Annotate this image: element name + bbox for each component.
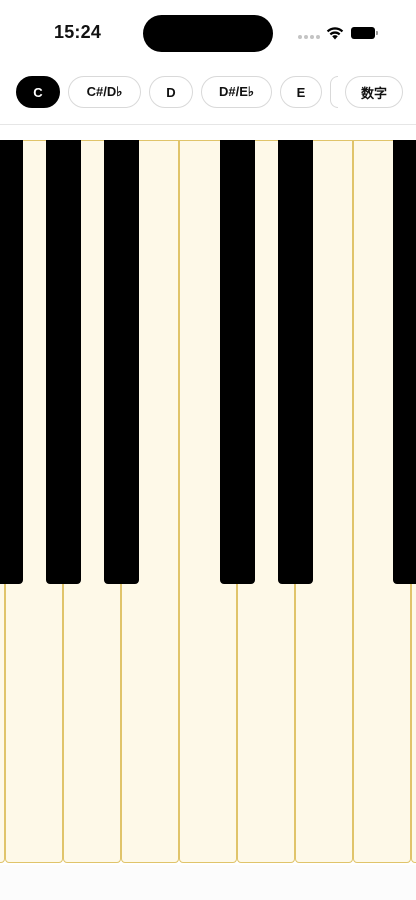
number-notation-button[interactable]: 数字	[345, 76, 403, 108]
black-key[interactable]	[278, 140, 313, 584]
status-bar: 15:24	[0, 0, 416, 66]
black-key[interactable]	[104, 140, 139, 584]
dynamic-island	[143, 15, 273, 52]
key-chip-c-sharp[interactable]: C#/D♭	[68, 76, 141, 108]
wifi-icon	[326, 27, 344, 40]
piano-keyboard	[0, 140, 416, 865]
battery-icon	[351, 27, 378, 39]
black-key[interactable]	[220, 140, 255, 584]
key-chip-e[interactable]: E	[280, 76, 322, 108]
key-chip-partial[interactable]	[330, 76, 338, 108]
black-key[interactable]	[0, 140, 23, 584]
status-time: 15:24	[54, 22, 102, 42]
bottom-safe-area	[0, 865, 416, 900]
black-key[interactable]	[393, 140, 416, 584]
cellular-signal-icon	[298, 35, 320, 39]
key-chip-d-sharp[interactable]: D#/E♭	[201, 76, 272, 108]
key-chip-c[interactable]: C	[16, 76, 60, 108]
key-chip-d[interactable]: D	[149, 76, 193, 108]
black-key[interactable]	[46, 140, 81, 584]
key-selector: C C#/D♭ D D#/E♭ E 数字	[0, 76, 416, 112]
header-divider	[0, 124, 416, 125]
